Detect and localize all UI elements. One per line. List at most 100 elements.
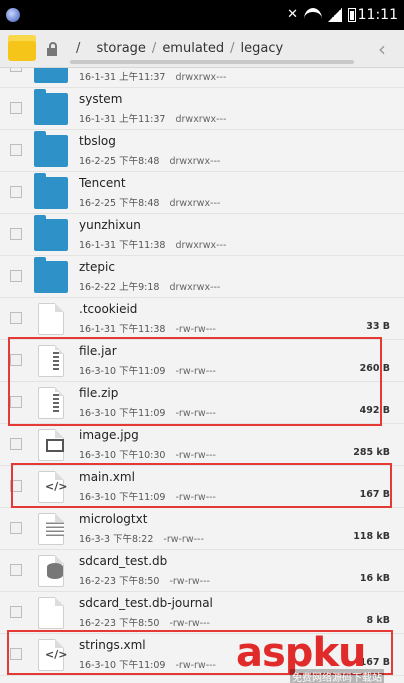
unlock-icon[interactable] [46,42,60,56]
list-item[interactable]: sdcard_test.db 16-2-23 下午8:50 -rw-rw--- 16 … [0,550,404,592]
folder-icon [34,131,68,167]
file-name: yunzhixun [79,218,141,232]
folder-icon [34,173,68,209]
database-file-icon [38,555,64,587]
list-item[interactable]: yunzhixun 16-1-31 下午11:38 drwxrwx--- [0,214,404,256]
highlight-box-main-xml [11,463,392,508]
file-name: Tencent [79,176,126,190]
file-icon [38,597,64,629]
file-name: sdcard_test.db [79,554,168,568]
row-checkbox[interactable] [10,606,22,618]
row-checkbox[interactable] [10,522,22,534]
breadcrumb-legacy[interactable]: legacy [241,41,284,56]
file-meta: 16-3-3 下午8:22 -rw-rw--- [79,531,204,545]
file-name: micrologtxt [79,512,148,526]
clock: 11:11 [357,7,398,23]
file-permissions: -rw-rw--- [175,324,216,335]
file-meta: 16-2-22 上午9:18 drwxrwx--- [79,279,220,293]
file-date: 16-2-22 上午9:18 [79,282,160,293]
file-date: 16-1-31 上午11:37 [79,114,166,125]
file-manager-screen: ✕ 11:11 / storage / emulated / legacy ‹ … [0,0,404,683]
file-permissions: -rw-rw--- [163,534,204,545]
row-checkbox[interactable] [10,144,22,156]
file-date: 16-1-31 下午11:38 [79,324,166,335]
file-meta: 16-1-31 下午11:38 -rw-rw--- [79,321,216,335]
folder-icon [34,257,68,293]
file-permissions: drwxrwx--- [175,240,227,251]
file-permissions: drwxrwx--- [169,198,221,209]
file-meta: 16-2-23 下午8:50 -rw-rw--- [79,573,210,587]
row-checkbox[interactable] [10,564,22,576]
notification-icon [6,8,20,22]
status-bar: ✕ 11:11 [0,0,404,30]
row-checkbox[interactable] [10,186,22,198]
file-date: 16-3-10 下午10:30 [79,450,166,461]
file-size: 118 kB [353,531,390,542]
app-folder-icon[interactable] [8,35,36,61]
list-item[interactable]: tbslog 16-2-25 下午8:48 drwxrwx--- [0,130,404,172]
file-permissions: -rw-rw--- [169,618,210,629]
file-permissions: drwxrwx--- [175,114,227,125]
breadcrumb-scroll-indicator [70,60,354,64]
wifi-icon [304,8,322,22]
file-name: tbslog [79,134,116,148]
folder-icon [34,89,68,125]
row-checkbox[interactable] [10,228,22,240]
file-permissions: drwxrwx--- [169,156,221,167]
signal-icon [328,7,342,22]
file-meta: 16-1-31 上午11:37 drwxrwx--- [79,111,226,125]
row-checkbox[interactable] [10,270,22,282]
file-date: 16-3-3 下午8:22 [79,534,154,545]
list-item[interactable]: .tcookieid 16-1-31 下午11:38 -rw-rw--- 33 B [0,298,404,340]
file-size: 33 B [366,321,390,332]
list-item[interactable]: ztepic 16-2-22 上午9:18 drwxrwx--- [0,256,404,298]
file-meta: 16-2-25 下午8:48 drwxrwx--- [79,153,220,167]
file-meta: 16-2-23 下午8:50 -rw-rw--- [79,615,210,629]
highlight-box-jar-zip [8,337,382,426]
file-date: 16-1-31 上午11:37 [79,72,166,83]
breadcrumb-storage[interactable]: storage [97,41,146,56]
list-item[interactable]: Tencent 16-2-25 下午8:48 drwxrwx--- [0,172,404,214]
file-meta: 16-1-31 下午11:38 drwxrwx--- [79,237,226,251]
file-date: 16-2-23 下午8:50 [79,618,160,629]
status-icons: ✕ [287,7,356,22]
row-checkbox[interactable] [10,102,22,114]
file-permissions: drwxrwx--- [175,72,227,83]
list-item[interactable]: micrologtxt 16-3-3 下午8:22 -rw-rw--- 118 kB [0,508,404,550]
image-file-icon [38,429,64,461]
watermark-logo: aspku 免费网络源码下载站 [236,630,384,683]
list-item[interactable]: system 16-1-31 上午11:37 drwxrwx--- [0,88,404,130]
list-item[interactable]: 16-1-31 上午11:37 drwxrwx--- [0,68,404,88]
file-meta: 16-2-25 下午8:48 drwxrwx--- [79,195,220,209]
file-name: sdcard_test.db-journal [79,596,213,610]
file-name: system [79,92,123,106]
mute-icon: ✕ [287,7,298,22]
breadcrumb-emulated[interactable]: emulated [162,41,224,56]
file-size: 285 kB [353,447,390,458]
file-permissions: -rw-rw--- [175,450,216,461]
folder-icon [34,215,68,251]
file-date: 16-2-25 下午8:48 [79,198,160,209]
row-checkbox[interactable] [10,312,22,324]
file-size: 16 kB [359,573,390,584]
file-name: ztepic [79,260,115,274]
file-date: 16-2-23 下午8:50 [79,576,160,587]
list-item[interactable]: image.jpg 16-3-10 下午10:30 -rw-rw--- 285 kB [0,424,404,466]
row-checkbox[interactable] [10,438,22,450]
file-name: .tcookieid [79,302,138,316]
file-icon [38,303,64,335]
file-meta: 16-1-31 上午11:37 drwxrwx--- [79,69,226,83]
file-size: 8 kB [366,615,390,626]
chevron-left-icon[interactable]: ‹ [378,37,386,61]
folder-icon [34,68,68,83]
file-date: 16-1-31 下午11:38 [79,240,166,251]
file-meta: 16-3-10 下午10:30 -rw-rw--- [79,447,216,461]
text-file-icon [38,513,64,545]
breadcrumb: / storage / emulated / legacy [76,41,284,56]
file-name: image.jpg [79,428,139,442]
row-checkbox[interactable] [10,68,22,72]
file-permissions: -rw-rw--- [169,576,210,587]
file-permissions: drwxrwx--- [169,282,221,293]
file-date: 16-2-25 下午8:48 [79,156,160,167]
breadcrumb-root[interactable]: / [76,41,80,56]
